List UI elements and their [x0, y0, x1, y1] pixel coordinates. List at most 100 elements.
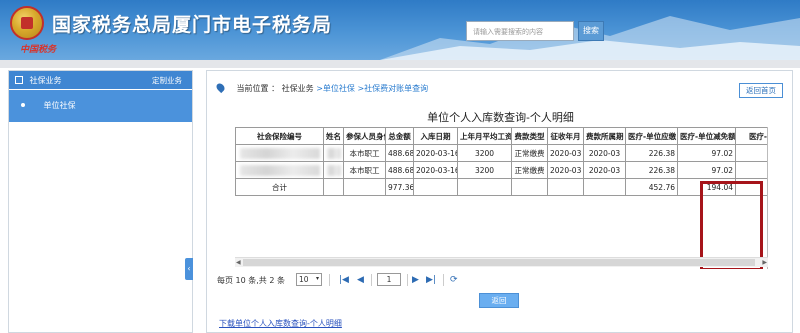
search-button[interactable]: 搜索: [578, 21, 604, 41]
cell-name: [323, 144, 344, 162]
empty-cell: [547, 178, 584, 196]
col-header-collect-month: 征收年月: [547, 127, 584, 145]
cell-medical-personal: 6: [735, 144, 767, 162]
cell-identity: 本市职工: [343, 161, 386, 179]
scrollbar-thumb[interactable]: [243, 259, 755, 266]
cell-date: 2020-03-16: [413, 144, 458, 162]
breadcrumb-level1[interactable]: >单位社保: [316, 84, 355, 93]
col-header-avg-wage: 上年月平均工资: [457, 127, 512, 145]
table-row[interactable]: 本市职工 488.68 2020-03-16 3200 正常缴费 2020-03…: [235, 161, 767, 179]
sidebar-item-unit-social-insurance[interactable]: 单位社保: [9, 90, 192, 122]
total-medical-unit-due: 452.76: [625, 178, 678, 196]
cell-insurance-no: [235, 161, 324, 179]
sidebar: 社保业务 定制业务 单位社保: [8, 70, 193, 333]
cell-insurance-no: [235, 144, 324, 162]
total-amount: 977.36: [385, 178, 414, 196]
empty-cell: [457, 178, 512, 196]
bullet-icon: [21, 103, 25, 107]
empty-cell: [343, 178, 386, 196]
search-input[interactable]: 请输入需要搜索的内容: [466, 21, 574, 41]
breadcrumb-home[interactable]: 社保业务: [282, 84, 314, 93]
empty-cell: [511, 178, 548, 196]
main-panel: 当前位置 ： 社保业务 >单位社保 >社保费对账单查询 返回首页 单位个人入库数…: [206, 70, 793, 333]
empty-cell: [323, 178, 344, 196]
chevron-down-icon: ▾: [315, 275, 319, 282]
pager-divider: [443, 274, 444, 286]
col-header-date: 入库日期: [413, 127, 458, 145]
page-title: 单位个人入库数查询-个人明细: [427, 111, 574, 124]
header-divider: [0, 60, 800, 68]
sidebar-collapse-button[interactable]: ‹: [185, 258, 193, 280]
cell-period: 2020-03: [583, 161, 626, 179]
page-size-select[interactable]: 10 ▾: [296, 273, 322, 286]
col-header-medical-personal: 医疗-个人: [735, 127, 767, 145]
prev-page-icon[interactable]: ◀: [357, 275, 364, 285]
cell-medical-unit-due: 226.38: [625, 144, 678, 162]
pager-divider: [329, 274, 330, 286]
pager-divider: [407, 274, 408, 286]
cell-fee-type: 正常缴费: [511, 144, 548, 162]
location-pin-icon: [214, 81, 227, 94]
col-header-fee-type: 费款类型: [511, 127, 548, 145]
monitor-icon: [15, 76, 23, 84]
breadcrumb: 当前位置 ： 社保业务 >单位社保 >社保费对账单查询: [214, 81, 428, 94]
tax-emblem-icon: [10, 6, 44, 40]
cell-medical-unit-due: 226.38: [625, 161, 678, 179]
cell-collect-month: 2020-03: [547, 144, 584, 162]
cell-medical-unit-relief: 97.02: [677, 144, 736, 162]
cell-total: 488.68: [385, 161, 414, 179]
table-horizontal-scrollbar[interactable]: ◀ ▶: [235, 257, 768, 267]
cell-total: 488.68: [385, 144, 414, 162]
empty-cell: [583, 178, 626, 196]
total-medical-personal: 12: [735, 178, 767, 196]
col-header-name: 姓名: [323, 127, 344, 145]
cell-period: 2020-03: [583, 144, 626, 162]
table-header-row: 社会保险编号 姓名 参保人员身份 总金额 入库日期 上年月平均工资 费款类型 征…: [235, 127, 767, 145]
redacted-block: [326, 164, 341, 176]
table-total-row: 合计 977.36 452.76 194.04 12: [235, 178, 767, 196]
col-header-medical-unit-due: 医疗-单位应缴: [625, 127, 678, 145]
cell-name: [323, 161, 344, 179]
redacted-block: [326, 147, 341, 159]
cell-avg-wage: 3200: [457, 144, 512, 162]
col-header-total: 总金额: [385, 127, 414, 145]
download-link[interactable]: 下载单位个人入库数查询-个人明细: [219, 318, 342, 329]
page-number-input[interactable]: 1: [377, 273, 401, 286]
scroll-left-icon[interactable]: ◀: [236, 259, 241, 266]
site-header: 中国税务 国家税务总局厦门市电子税务局 请输入需要搜索的内容 搜索: [0, 0, 800, 60]
next-page-icon[interactable]: ▶: [412, 275, 419, 285]
sidebar-section-label: 社保业务: [29, 76, 62, 85]
page-size-value: 10: [299, 275, 309, 284]
sidebar-item-label: 单位社保: [43, 101, 76, 110]
pagination-bar: 每页 10 条,共 2 条 10 ▾ |◀ ◀ 1 ▶ ▶| ⟳: [217, 273, 787, 289]
first-page-icon[interactable]: |◀: [339, 275, 349, 285]
col-header-period: 费款所属期: [583, 127, 626, 145]
cell-medical-unit-relief: 97.02: [677, 161, 736, 179]
breadcrumb-level2[interactable]: >社保费对账单查询: [357, 84, 428, 93]
breadcrumb-prefix: 当前位置 ：: [236, 84, 280, 93]
empty-cell: [413, 178, 458, 196]
cell-date: 2020-03-16: [413, 161, 458, 179]
redacted-block: [239, 147, 320, 159]
back-home-button[interactable]: 返回首页: [739, 83, 783, 98]
cell-identity: 本市职工: [343, 144, 386, 162]
cell-medical-personal: 6: [735, 161, 767, 179]
site-title: 国家税务总局厦门市电子税务局: [52, 14, 333, 36]
table-row[interactable]: 本市职工 488.68 2020-03-16 3200 正常缴费 2020-03…: [235, 144, 767, 162]
redacted-block: [239, 164, 320, 176]
refresh-icon[interactable]: ⟳: [450, 275, 458, 285]
back-button[interactable]: 返回: [479, 293, 519, 308]
pager-summary: 每页 10 条,共 2 条: [217, 276, 285, 285]
col-header-insurance-no: 社会保险编号: [235, 127, 324, 145]
cell-fee-type: 正常缴费: [511, 161, 548, 179]
detail-table: 社会保险编号 姓名 参保人员身份 总金额 入库日期 上年月平均工资 费款类型 征…: [235, 127, 768, 269]
emblem-caption: 中国税务: [20, 45, 57, 55]
cell-avg-wage: 3200: [457, 161, 512, 179]
scroll-right-icon[interactable]: ▶: [762, 259, 767, 266]
col-header-medical-unit-relief: 医疗-单位减免额: [677, 127, 736, 145]
total-medical-unit-relief: 194.04: [677, 178, 736, 196]
total-label: 合计: [235, 178, 324, 196]
last-page-icon[interactable]: ▶|: [426, 275, 436, 285]
custom-business-link[interactable]: 定制业务: [152, 75, 182, 86]
sidebar-section-social-insurance[interactable]: 社保业务 定制业务: [9, 71, 192, 89]
